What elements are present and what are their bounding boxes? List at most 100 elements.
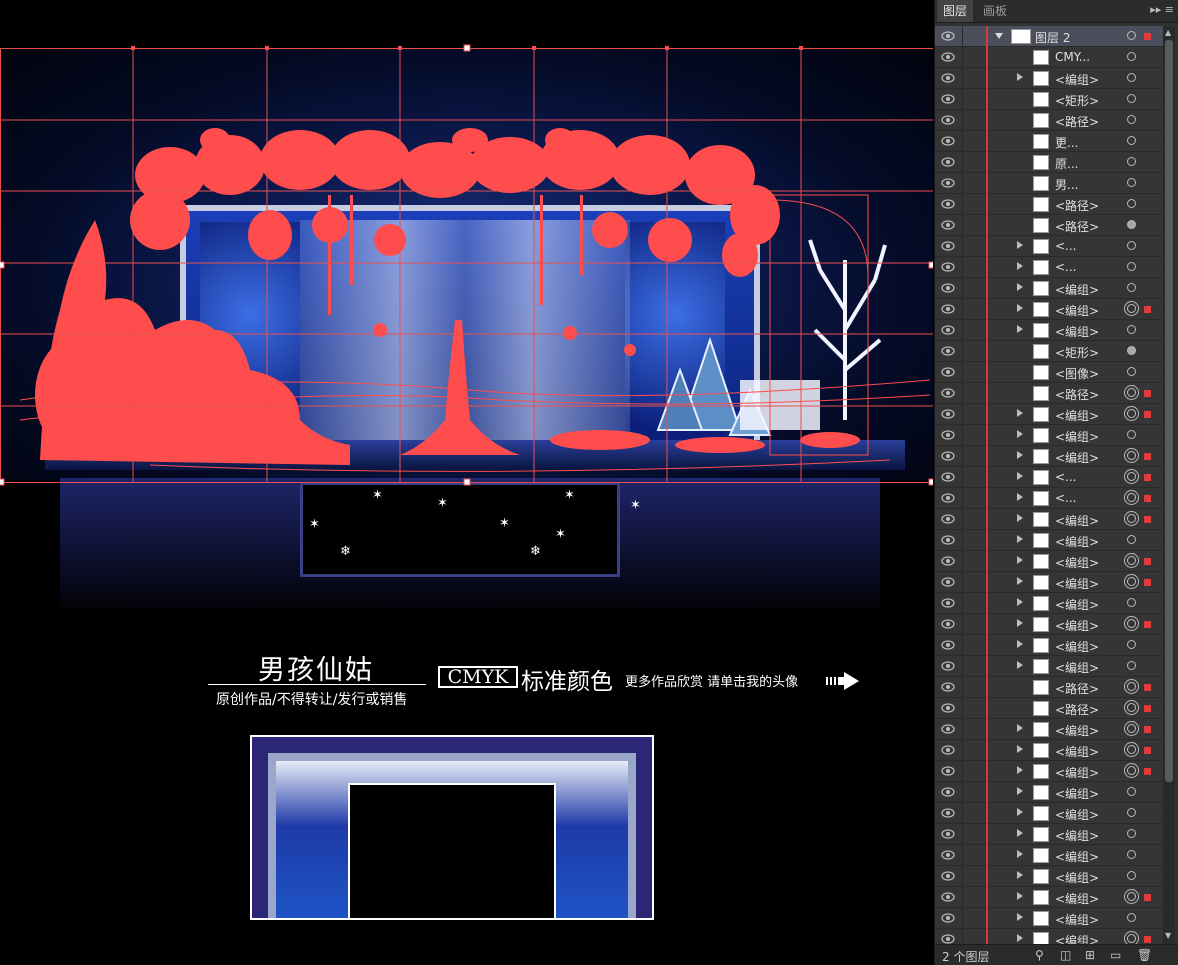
- lock-column[interactable]: [962, 656, 963, 677]
- selection-indicator[interactable]: [1144, 579, 1151, 586]
- eye-icon[interactable]: [941, 367, 955, 377]
- lock-column[interactable]: [962, 887, 963, 908]
- eye-icon[interactable]: [941, 115, 955, 125]
- selection-indicator[interactable]: [1144, 747, 1151, 754]
- layer-row[interactable]: <编组>: [935, 404, 1163, 425]
- layer-name[interactable]: <编组>: [1055, 743, 1099, 760]
- layer-name[interactable]: <编组>: [1055, 428, 1099, 445]
- target-circle-icon[interactable]: [1127, 913, 1136, 922]
- layers-scrollbar[interactable]: ▲ ▼: [1163, 26, 1175, 944]
- chevron-right-icon[interactable]: [1017, 325, 1023, 333]
- chevron-right-icon[interactable]: [1017, 472, 1023, 480]
- chevron-right-icon[interactable]: [1017, 787, 1023, 795]
- layer-row[interactable]: <编组>: [935, 845, 1163, 866]
- layer-name[interactable]: CMY...: [1055, 50, 1090, 64]
- target-circle-icon[interactable]: [1127, 94, 1136, 103]
- selection-indicator[interactable]: [1144, 306, 1151, 313]
- target-circle-icon[interactable]: [1127, 850, 1136, 859]
- selection-indicator[interactable]: [1144, 894, 1151, 901]
- layer-name[interactable]: 图层 2: [1035, 29, 1070, 46]
- chevron-right-icon[interactable]: [1017, 871, 1023, 879]
- lock-column[interactable]: [962, 845, 963, 866]
- chevron-down-icon[interactable]: [995, 33, 1003, 39]
- lock-column[interactable]: [962, 908, 963, 929]
- eye-icon[interactable]: [941, 451, 955, 461]
- lock-column[interactable]: [962, 404, 963, 425]
- lock-column[interactable]: [962, 173, 963, 194]
- lock-column[interactable]: [962, 551, 963, 572]
- chevron-right-icon[interactable]: [1017, 283, 1023, 291]
- lock-column[interactable]: [962, 278, 963, 299]
- target-circle-icon[interactable]: [1127, 157, 1136, 166]
- eye-icon[interactable]: [941, 157, 955, 167]
- layer-name[interactable]: <编组>: [1055, 764, 1099, 781]
- layer-row[interactable]: <路径>: [935, 215, 1163, 236]
- layer-row[interactable]: <编组>: [935, 68, 1163, 89]
- layer-row[interactable]: <编组>: [935, 530, 1163, 551]
- target-circle-icon[interactable]: [1127, 283, 1136, 292]
- target-circle-icon[interactable]: [1127, 871, 1136, 880]
- chevron-right-icon[interactable]: [1017, 913, 1023, 921]
- eye-icon[interactable]: [941, 808, 955, 818]
- selection-indicator[interactable]: [1144, 516, 1151, 523]
- selection-indicator[interactable]: [1144, 390, 1151, 397]
- eye-icon[interactable]: [941, 409, 955, 419]
- target-circle-icon[interactable]: [1127, 451, 1136, 460]
- layer-name[interactable]: <编组>: [1055, 659, 1099, 676]
- layer-name[interactable]: <编组>: [1055, 533, 1099, 550]
- watermark-title[interactable]: 男孩仙姑: [258, 648, 374, 687]
- eye-icon[interactable]: [941, 934, 955, 944]
- target-circle-icon[interactable]: [1127, 199, 1136, 208]
- target-circle-icon[interactable]: [1127, 178, 1136, 187]
- chevron-right-icon[interactable]: [1017, 745, 1023, 753]
- eye-icon[interactable]: [941, 430, 955, 440]
- chevron-right-icon[interactable]: [1017, 241, 1023, 249]
- lock-column[interactable]: [962, 698, 963, 719]
- lock-column[interactable]: [962, 530, 963, 551]
- layer-row[interactable]: <图像>: [935, 362, 1163, 383]
- layer-name[interactable]: <路径>: [1055, 680, 1099, 697]
- layer-row[interactable]: CMY...: [935, 47, 1163, 68]
- lock-column[interactable]: [962, 719, 963, 740]
- selection-indicator[interactable]: [1144, 558, 1151, 565]
- selection-indicator[interactable]: [1144, 936, 1151, 943]
- eye-icon[interactable]: [941, 136, 955, 146]
- lock-column[interactable]: [962, 257, 963, 278]
- target-circle-icon[interactable]: [1127, 598, 1136, 607]
- target-circle-icon[interactable]: [1127, 493, 1136, 502]
- layer-name[interactable]: <矩形>: [1055, 344, 1099, 361]
- chevron-right-icon[interactable]: [1017, 514, 1023, 522]
- target-circle-icon[interactable]: [1127, 115, 1136, 124]
- layer-name[interactable]: <路径>: [1055, 113, 1099, 130]
- layer-name[interactable]: <编组>: [1055, 827, 1099, 844]
- target-circle-icon[interactable]: [1127, 808, 1136, 817]
- layer-name[interactable]: <矩形>: [1055, 92, 1099, 109]
- eye-icon[interactable]: [941, 787, 955, 797]
- selection-indicator[interactable]: [1144, 474, 1151, 481]
- layer-name[interactable]: <...: [1055, 260, 1077, 274]
- eye-icon[interactable]: [941, 745, 955, 755]
- layer-row[interactable]: <矩形>: [935, 89, 1163, 110]
- target-circle-icon[interactable]: [1127, 934, 1136, 943]
- lock-column[interactable]: [962, 110, 963, 131]
- eye-icon[interactable]: [941, 892, 955, 902]
- target-circle-icon[interactable]: [1127, 577, 1136, 586]
- make-clip-mask-icon[interactable]: ◫: [1060, 948, 1071, 962]
- eye-icon[interactable]: [941, 31, 955, 41]
- more-works-text[interactable]: 更多作品欣赏 请单击我的头像: [625, 671, 798, 690]
- selection-indicator[interactable]: [1144, 495, 1151, 502]
- layer-row[interactable]: <编组>: [935, 614, 1163, 635]
- panel-menu-icon[interactable]: ▸▸ ≡: [1150, 3, 1174, 16]
- layer-name[interactable]: <路径>: [1055, 218, 1099, 235]
- eye-icon[interactable]: [941, 241, 955, 251]
- chevron-right-icon[interactable]: [1017, 73, 1023, 81]
- layer-row[interactable]: <...: [935, 236, 1163, 257]
- layer-name[interactable]: <编组>: [1055, 407, 1099, 424]
- layer-name[interactable]: <编组>: [1055, 785, 1099, 802]
- layer-row[interactable]: <路径>: [935, 110, 1163, 131]
- selection-indicator[interactable]: [1144, 411, 1151, 418]
- layer-name[interactable]: <编组>: [1055, 449, 1099, 466]
- layer-name[interactable]: <编组>: [1055, 71, 1099, 88]
- target-circle-icon[interactable]: [1127, 472, 1136, 481]
- layer-row[interactable]: <编组>: [935, 509, 1163, 530]
